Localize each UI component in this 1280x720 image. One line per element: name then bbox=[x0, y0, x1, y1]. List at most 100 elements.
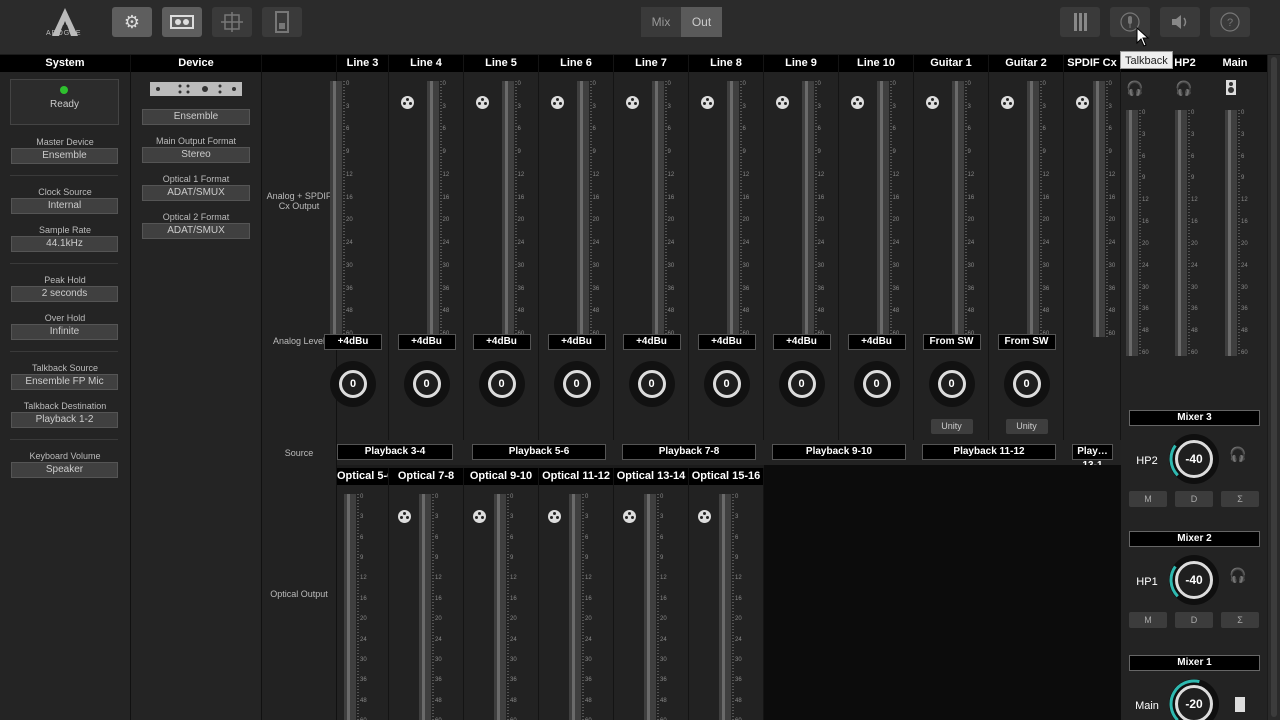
meter-scale-label: 60 bbox=[1191, 350, 1198, 356]
analog-level-select[interactable]: +4dBu bbox=[324, 334, 382, 350]
trim-knob[interactable]: 0 bbox=[778, 361, 825, 407]
level-meter bbox=[1133, 110, 1138, 356]
unity-button[interactable]: Unity bbox=[1005, 419, 1048, 434]
meters-button[interactable] bbox=[1060, 7, 1100, 37]
meter-scale-label: 6 bbox=[1142, 153, 1146, 160]
help-button[interactable]: ? bbox=[1210, 7, 1250, 37]
volume-knob[interactable]: -20 bbox=[1169, 679, 1219, 720]
device-name[interactable]: Ensemble bbox=[142, 109, 250, 125]
trim-knob[interactable]: 0 bbox=[628, 361, 675, 407]
xlr-connector-icon bbox=[851, 96, 864, 109]
level-meter-channel bbox=[572, 494, 575, 720]
trim-knob-value: 0 bbox=[637, 370, 666, 398]
trim-knob-value: 0 bbox=[1012, 370, 1041, 398]
meter-scale-label: 16 bbox=[346, 194, 353, 201]
meter-scale-label: 0 bbox=[892, 81, 896, 87]
trim-knob[interactable]: 0 bbox=[478, 361, 525, 407]
analog-level-select[interactable]: +4dBu bbox=[472, 334, 531, 350]
source-select[interactable]: Playback 7-8 bbox=[622, 444, 756, 460]
meter-scale-label: 9 bbox=[1191, 175, 1195, 182]
speaker-icon bbox=[1226, 80, 1236, 95]
optical1-format-select[interactable]: ADAT/SMUX bbox=[142, 185, 250, 201]
analog-level-select[interactable]: +4dBu bbox=[847, 334, 906, 350]
sum-button[interactable]: Σ bbox=[1221, 612, 1259, 628]
meter-scale-label: 9 bbox=[892, 149, 896, 156]
headphones-icon: 🎧 bbox=[1229, 567, 1247, 583]
settings-button[interactable]: ⚙ bbox=[112, 7, 152, 37]
analog-level-select[interactable]: +4dBu bbox=[697, 334, 756, 350]
trim-knob[interactable]: 0 bbox=[330, 361, 376, 407]
meter-scale-label: 30 bbox=[892, 262, 900, 269]
speaker-button[interactable] bbox=[1160, 7, 1200, 37]
xlr-connector-icon bbox=[701, 96, 714, 109]
analog-level-select[interactable]: +4dBu bbox=[622, 334, 681, 350]
level-meter-channel bbox=[1178, 110, 1181, 356]
meter-scale-label: 0 bbox=[435, 494, 439, 500]
meter-scale-label: 30 bbox=[592, 262, 600, 269]
meter-scale-label: 48 bbox=[1042, 308, 1050, 315]
meter-scale-label: 20 bbox=[592, 217, 600, 224]
out-tab[interactable]: Out bbox=[681, 7, 722, 37]
meter-scale-label: 48 bbox=[967, 308, 975, 315]
trim-knob[interactable]: 0 bbox=[403, 361, 450, 407]
channel-name: Line 7 bbox=[614, 55, 688, 72]
main-output-format-select[interactable]: Stereo bbox=[142, 147, 250, 163]
scrollbar-thumb[interactable] bbox=[1271, 57, 1277, 717]
trim-knob[interactable]: 0 bbox=[553, 361, 600, 407]
meter-scale-label: 12 bbox=[360, 575, 367, 582]
meter-scale-label: 36 bbox=[1142, 306, 1149, 313]
volume-knob[interactable]: -40 bbox=[1169, 434, 1219, 484]
meter-scale-label: 3 bbox=[1042, 103, 1046, 110]
level-meter bbox=[337, 81, 342, 337]
channel-strip: Line 303691216202430364860+4dBu0 bbox=[324, 55, 389, 465]
trim-knob[interactable]: 0 bbox=[928, 361, 975, 407]
meter-scale-label: 0 bbox=[1142, 110, 1146, 116]
sample-rate-select[interactable]: 44.1kHz bbox=[11, 236, 118, 252]
peak-hold-select[interactable]: 2 seconds bbox=[11, 286, 118, 302]
source-select[interactable]: Play…13-1 bbox=[1072, 444, 1113, 471]
ensemble-button[interactable] bbox=[262, 7, 302, 37]
vertical-scrollbar[interactable] bbox=[1268, 55, 1280, 720]
meter-scale-label: 3 bbox=[346, 103, 350, 110]
sum-button[interactable]: Σ bbox=[1221, 491, 1259, 507]
source-select[interactable]: Playback 11-12 bbox=[922, 444, 1056, 460]
talkback-destination-select[interactable]: Playback 1-2 bbox=[11, 412, 118, 428]
meter-ticks bbox=[514, 81, 517, 337]
meter-ticks bbox=[664, 81, 667, 337]
analog-level-select[interactable]: +4dBu bbox=[772, 334, 831, 350]
meter-scale-label: 16 bbox=[592, 194, 600, 201]
trim-knob[interactable]: 0 bbox=[853, 361, 900, 407]
analog-level-select[interactable]: From SW bbox=[922, 334, 981, 350]
keyboard-volume-select[interactable]: Speaker bbox=[11, 462, 118, 478]
meter-ticks bbox=[439, 81, 442, 337]
source-select[interactable]: Playback 9-10 bbox=[772, 444, 906, 460]
unity-button[interactable]: Unity bbox=[930, 419, 973, 434]
clock-source-select[interactable]: Internal bbox=[11, 198, 118, 214]
speaker-icon bbox=[1172, 15, 1187, 29]
device-button[interactable] bbox=[162, 7, 202, 37]
analog-output-section-label: Analog + SPDIF Cx Output bbox=[266, 191, 332, 211]
mute-button[interactable]: M bbox=[1129, 491, 1167, 507]
talkback-source-select[interactable]: Ensemble FP Mic bbox=[11, 374, 118, 390]
divider bbox=[10, 263, 118, 264]
analog-level-select[interactable]: +4dBu bbox=[397, 334, 456, 350]
master-device-select[interactable]: Ensemble bbox=[11, 148, 118, 164]
volume-knob[interactable]: -40 bbox=[1169, 555, 1219, 605]
optical2-format-select[interactable]: ADAT/SMUX bbox=[142, 223, 250, 239]
over-hold-select[interactable]: Infinite bbox=[11, 324, 118, 340]
trim-knob[interactable]: 0 bbox=[1003, 361, 1050, 407]
analog-level-select[interactable]: +4dBu bbox=[547, 334, 606, 350]
mix-tab[interactable]: Mix bbox=[641, 7, 681, 37]
dim-button[interactable]: D bbox=[1175, 491, 1213, 507]
dim-button[interactable]: D bbox=[1175, 612, 1213, 628]
source-select[interactable]: Playback 3-4 bbox=[337, 444, 453, 460]
optical-channel-strip: Optical 13-1403691216202430364860 bbox=[614, 468, 689, 720]
source-select[interactable]: Playback 5-6 bbox=[472, 444, 606, 460]
trim-knob[interactable]: 0 bbox=[703, 361, 750, 407]
analog-level-select[interactable]: From SW bbox=[997, 334, 1056, 350]
mix-out-toggle[interactable]: Mix Out bbox=[641, 7, 722, 37]
routing-button[interactable] bbox=[212, 7, 252, 37]
mute-button[interactable]: M bbox=[1129, 612, 1167, 628]
level-meter-channel bbox=[1029, 81, 1033, 337]
meter-scale-label: 20 bbox=[435, 616, 442, 623]
